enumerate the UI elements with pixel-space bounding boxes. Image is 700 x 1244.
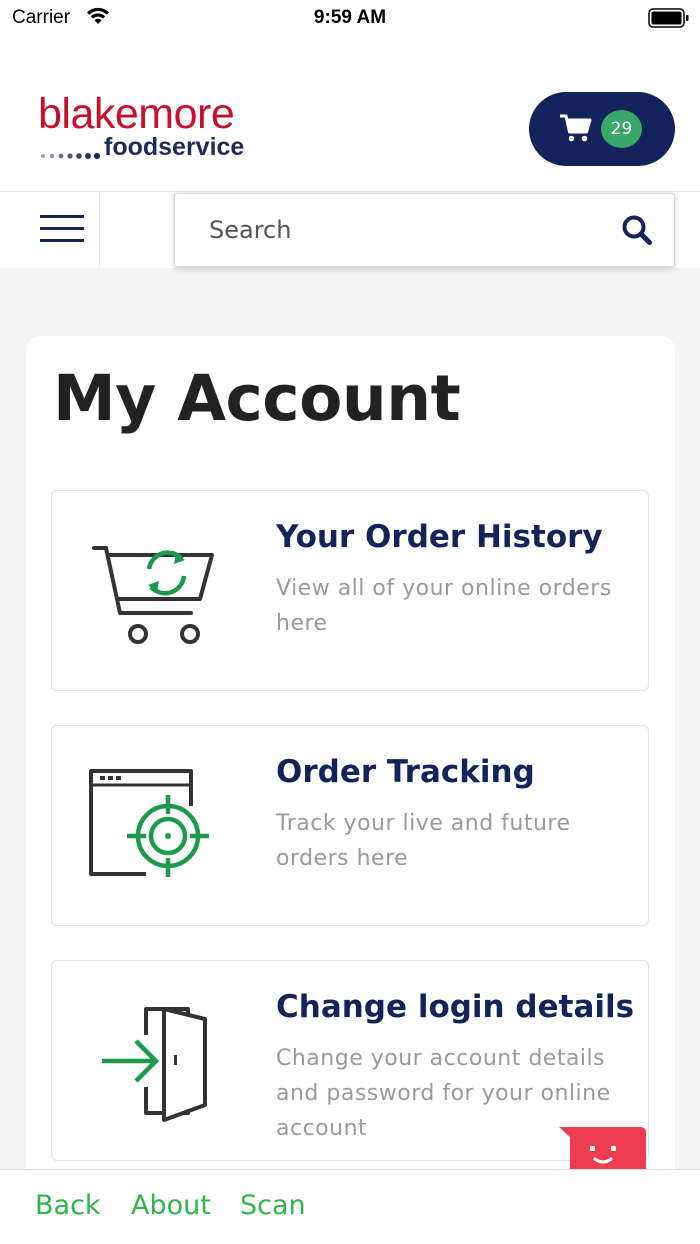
login-door-icon (88, 1001, 218, 1135)
battery-icon (648, 8, 690, 32)
logo-dots-icon (40, 145, 102, 164)
order-history-title: Your Order History (276, 519, 603, 555)
order-tracking-description: Track your live and future orders here (276, 811, 571, 871)
search-bar (174, 193, 675, 267)
status-bar: Carrier 9:59 AM (0, 0, 700, 38)
order-history-description: View all of your online orders here (276, 576, 612, 636)
page-title: My Account (53, 362, 461, 435)
change-login-title: Change login details (276, 989, 635, 1025)
clock: 9:59 AM (313, 7, 387, 28)
app-header: blakemore foodservice 29 (0, 38, 700, 192)
scan-link[interactable]: Scan (240, 1190, 306, 1221)
order-tracking-title: Order Tracking (276, 754, 535, 790)
search-icon[interactable] (621, 214, 653, 250)
cart-count-badge: 29 (601, 110, 642, 148)
cart-button[interactable]: 29 (529, 92, 675, 166)
about-link[interactable]: About (131, 1190, 211, 1221)
chat-widget-button[interactable] (559, 1125, 646, 1169)
cart-refresh-icon (88, 531, 218, 655)
order-tracking-card[interactable]: Order Tracking Track your live and futur… (51, 725, 649, 926)
target-window-icon (88, 766, 218, 890)
logo-subtext: foodservice (104, 133, 245, 161)
shopping-cart-icon (559, 113, 592, 147)
blakemore-logo[interactable]: blakemore foodservice (38, 90, 244, 164)
back-link[interactable]: Back (35, 1190, 101, 1221)
logo-wordmark: blakemore (38, 90, 235, 138)
bottom-nav: Back About Scan (0, 1169, 700, 1244)
account-panel: My Account Your Order History View all o… (26, 336, 675, 1236)
toolbar (0, 192, 700, 268)
order-history-card[interactable]: Your Order History View all of your onli… (51, 490, 649, 691)
search-input[interactable] (209, 194, 609, 266)
hamburger-menu-button[interactable] (0, 192, 100, 268)
